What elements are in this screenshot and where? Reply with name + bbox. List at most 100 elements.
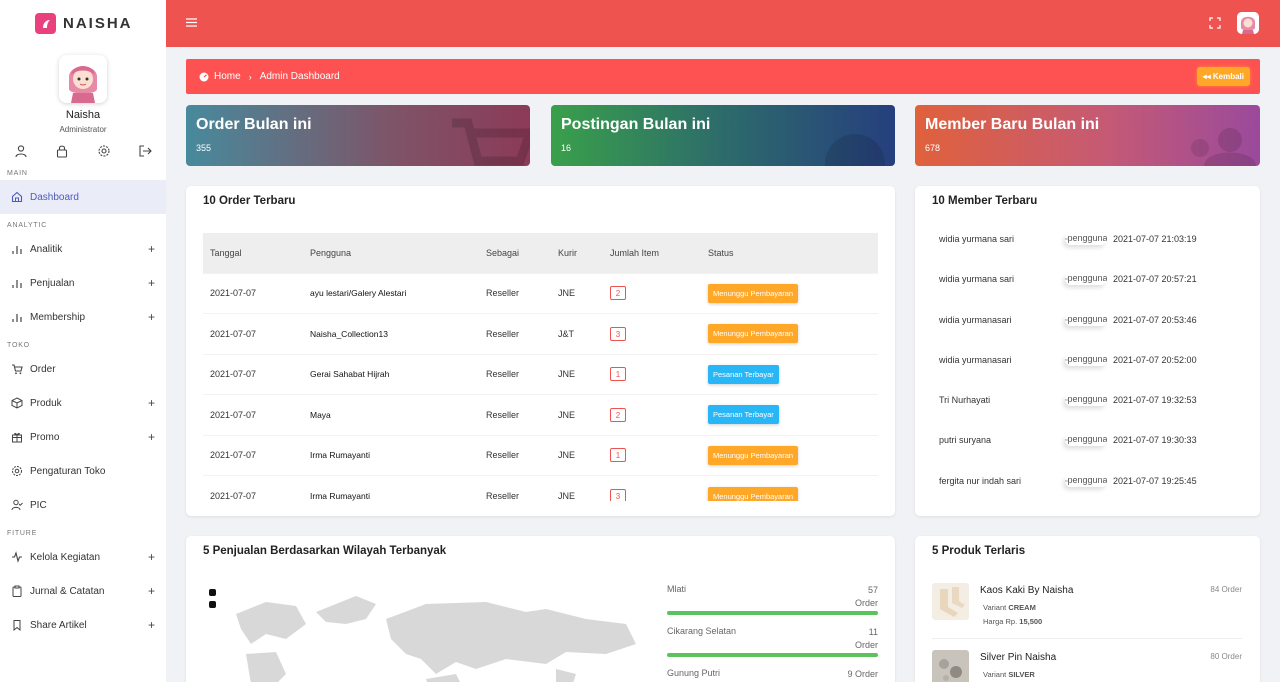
zoom-in-button[interactable] [209,589,216,596]
stat-card-posts[interactable]: Postingan Bulan ini 16 [551,105,895,166]
list-item[interactable]: widia yurmanasari ▫pengguna 2021-07-07 2… [939,353,1197,367]
price-label: Harga Rp. [983,617,1018,626]
sidebar-item-analitik[interactable]: Analitik + [0,232,166,266]
col-pengguna: Pengguna [303,233,479,273]
members-card: 10 Member Terbaru widia yurmana sari ▫pe… [915,186,1260,516]
sidebar-item-membership[interactable]: Membership + [0,300,166,334]
gear-icon [12,466,22,476]
menu-icon[interactable] [186,18,197,27]
logout-icon[interactable] [138,144,152,158]
sidebar-item-penjualan[interactable]: Penjualan + [0,266,166,300]
list-item[interactable]: Tri Nurhayati ▫pengguna 2021-07-07 19:32… [939,393,1197,407]
table-row[interactable]: 2021-07-07 Irma Rumayanti Reseller JNE 3… [203,475,878,501]
member-date: 2021-07-07 19:30:33 [1113,435,1197,445]
member-name: widia yurmana sari [939,234,1015,244]
chart-icon [825,134,885,166]
sidebar-item-promo[interactable]: Promo + [0,420,166,454]
expand-icon[interactable]: + [148,276,155,290]
stat-card-members[interactable]: Member Baru Bulan ini 678 [915,105,1260,166]
region-row-gunung-putri[interactable]: Gunung Putri 9 Order [667,668,878,682]
regions-title: 5 Penjualan Berdasarkan Wilayah Terbanya… [203,545,447,557]
region-count-value: 9 [847,669,853,679]
sidebar-item-kelola-kegiatan[interactable]: Kelola Kegiatan + [0,540,166,574]
section-main: MAIN [7,170,28,177]
expand-icon[interactable]: + [148,242,155,256]
gear-icon[interactable] [97,144,111,158]
expand-icon[interactable]: + [148,396,155,410]
expand-icon[interactable]: + [148,618,155,632]
stat-value: 16 [561,143,572,153]
cell-date: 2021-07-07 [203,394,303,435]
list-item[interactable]: putri suryana ▫pengguna 2021-07-07 19:30… [939,433,1197,447]
region-count-unit: Order [854,640,878,650]
back-button[interactable]: ◂◂ Kembali [1196,67,1250,86]
sidebar-item-jurnal-catatan[interactable]: Jurnal & Catatan + [0,574,166,608]
expand-icon[interactable]: + [148,550,155,564]
cell-user: Maya [303,394,479,435]
user-avatar[interactable] [1237,12,1259,34]
product-image [932,650,969,682]
product-item[interactable]: Kaos Kaki By Naisha Variant CREAM Harga … [932,583,1242,639]
user-icon[interactable] [14,144,28,158]
member-avatar-broken: ▫pengguna [1065,233,1107,245]
member-date: 2021-07-07 20:57:21 [1113,274,1197,284]
avatar[interactable] [59,55,107,103]
member-date: 2021-07-07 20:52:00 [1113,355,1197,365]
region-row-cikarang-selatan[interactable]: Cikarang Selatan 11 Order [667,626,878,658]
cell-role: Reseller [479,313,551,354]
expand-icon[interactable]: + [148,310,155,324]
sidebar-item-pengaturan-toko[interactable]: Pengaturan Toko [0,454,166,488]
table-row[interactable]: 2021-07-07 Naisha_Collection13 Reseller … [203,313,878,354]
product-item[interactable]: Silver Pin Naisha Variant SILVER 80 Orde… [932,650,1242,682]
sidebar-item-produk[interactable]: Produk + [0,386,166,420]
breadcrumb-home[interactable]: Home [214,71,241,82]
table-row[interactable]: 2021-07-07 ayu lestari/Galery Alestari R… [203,272,878,314]
sidebar-item-label: Order [30,363,56,375]
region-count: 57 Order [855,584,878,610]
variant-label: Variant [983,670,1007,679]
lock-icon[interactable] [55,144,69,158]
region-row-mlati[interactable]: Mlati 57 Order [667,584,878,616]
region-progress-bar [667,653,878,657]
region-count-value: 57 [867,585,878,595]
cell-user: Irma Rumayanti [303,434,479,476]
region-name: Cikarang Selatan [667,626,737,636]
sidebar-item-dashboard[interactable]: Dashboard [0,180,166,214]
cell-courier: JNE [551,394,603,435]
cell-date: 2021-07-07 [203,353,303,395]
sidebar-item-order[interactable]: Order [0,352,166,386]
sidebar-item-share-artikel[interactable]: Share Artikel + [0,608,166,642]
stat-card-orders[interactable]: Order Bulan ini 355 [186,105,530,166]
list-item[interactable]: fergita nur indah sari ▫pengguna 2021-07… [939,474,1197,488]
sidebar-item-pic[interactable]: PIC [0,488,166,522]
profile: Naisha Administrator [0,55,166,158]
list-item[interactable]: widia yurmanasari ▫pengguna 2021-07-07 2… [939,313,1197,327]
cell-user: ayu lestari/Galery Alestari [303,272,479,314]
expand-icon[interactable]: + [148,584,155,598]
cell-user: Gerai Sahabat Hijrah [303,353,479,395]
list-item[interactable]: widia yurmana sari ▫pengguna 2021-07-07 … [939,232,1197,246]
member-date: 2021-07-07 21:03:19 [1113,234,1197,244]
expand-icon[interactable]: + [148,430,155,444]
list-item[interactable]: widia yurmana sari ▫pengguna 2021-07-07 … [939,272,1197,286]
activity-icon [12,551,22,563]
table-row[interactable]: 2021-07-07 Irma Rumayanti Reseller JNE 1… [203,434,878,476]
product-image [932,583,969,620]
table-row[interactable]: 2021-07-07 Maya Reseller JNE 2 Pesanan T… [203,394,878,435]
status-badge: Pesanan Terbayar [708,364,779,384]
member-avatar-alt: pengguna [1067,475,1107,485]
brand[interactable]: NAISHA [0,0,166,47]
member-name: putri suryana [939,435,992,445]
zoom-out-button[interactable] [209,601,216,608]
stat-value: 355 [196,143,212,153]
member-date: 2021-07-07 19:25:45 [1113,476,1197,486]
table-row[interactable]: 2021-07-07 Gerai Sahabat Hijrah Reseller… [203,353,878,395]
orders-table-wrap[interactable]: Tanggal Pengguna Sebagai Kurir Jumlah It… [203,233,878,501]
member-avatar-alt: pengguna [1067,394,1107,404]
fullscreen-icon[interactable] [1209,17,1221,29]
world-map[interactable] [226,584,646,682]
member-avatar-broken: ▫pengguna [1065,273,1107,285]
member-avatar-broken: ▫pengguna [1065,394,1107,406]
section-toko: TOKO [7,342,30,349]
stat-title: Postingan Bulan ini [561,116,711,133]
